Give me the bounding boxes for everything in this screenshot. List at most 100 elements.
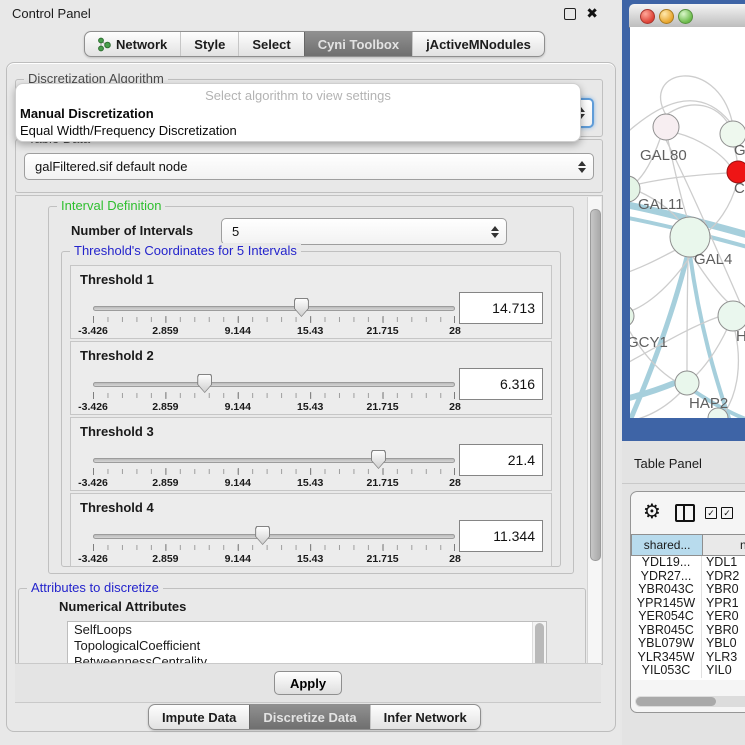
node-label: C: [734, 180, 745, 197]
column-header-na[interactable]: na: [703, 534, 745, 556]
table-data-combobox[interactable]: galFiltered.sif default node: [24, 153, 594, 180]
table-cell: YPR1: [702, 597, 745, 611]
list-scrollbar[interactable]: [532, 622, 546, 665]
tick-label: 2.859: [152, 477, 178, 489]
network-node[interactable]: [630, 305, 634, 327]
table-row[interactable]: YBL079WYBL0: [631, 637, 745, 651]
threshold-2-slider[interactable]: -3.4262.8599.14415.4321.71528: [93, 376, 455, 412]
table-row[interactable]: YBR045CYBR0: [631, 624, 745, 638]
tick-label: 21.715: [367, 325, 399, 337]
network-edge[interactable]: [687, 257, 688, 371]
tab-infer-network[interactable]: Infer Network: [370, 705, 480, 729]
table-cell: YBL079W: [631, 637, 702, 651]
table-cell: YER0: [702, 610, 745, 624]
table-cell: YDR2: [702, 570, 745, 584]
tick-label: 21.715: [367, 401, 399, 413]
table-row[interactable]: YPR145WYPR1: [631, 597, 745, 611]
threshold-4-value-input[interactable]: [459, 520, 543, 552]
table-row[interactable]: YDL19...YDL1: [631, 556, 745, 570]
table-panel: Table Panel ⚙ ✓ ✓ shared...na YDL19...YD…: [622, 441, 745, 745]
table-row[interactable]: YBR043CYBR0: [631, 583, 745, 597]
threshold-label: Threshold 1: [80, 272, 154, 287]
tick-label: -3.426: [78, 477, 108, 489]
num-intervals-combobox[interactable]: 5: [221, 218, 507, 245]
network-edge[interactable]: [630, 382, 677, 401]
network-node[interactable]: [653, 114, 679, 140]
network-window-titlebar[interactable]: [629, 4, 745, 28]
tab-select[interactable]: Select: [238, 32, 303, 56]
table-row[interactable]: YIL053CYIL0: [631, 664, 745, 678]
slider-thumb[interactable]: [371, 450, 386, 469]
threshold-1-value-input[interactable]: [459, 292, 543, 324]
attribute-item-topologicalcoefficient[interactable]: TopologicalCoefficient: [68, 638, 546, 654]
table-cell: YDR27...: [631, 570, 702, 584]
attributes-list: SelfLoopsTopologicalCoefficientBetweenne…: [67, 621, 547, 665]
node-label: GAL4: [694, 251, 732, 268]
tab-label: Impute Data: [162, 710, 236, 725]
network-icon: [98, 37, 111, 52]
numerical-attributes-label: Numerical Attributes: [59, 599, 186, 614]
tab-network[interactable]: Network: [85, 32, 180, 56]
network-node[interactable]: [718, 301, 745, 331]
network-node[interactable]: [675, 371, 699, 395]
threshold-3-value-input[interactable]: [459, 444, 543, 476]
slider-thumb[interactable]: [255, 526, 270, 545]
tab-style[interactable]: Style: [180, 32, 238, 56]
threshold-4-slider[interactable]: -3.4262.8599.14415.4321.71528: [93, 528, 455, 564]
slider-thumb[interactable]: [197, 374, 212, 393]
tick-label: 28: [449, 553, 461, 565]
tick-label: 2.859: [152, 401, 178, 413]
table-row[interactable]: YER054CYER0: [631, 610, 745, 624]
tick-label: 9.144: [225, 477, 251, 489]
vertical-scrollbar-thumb[interactable]: [590, 209, 601, 561]
gear-icon[interactable]: ⚙: [643, 499, 661, 524]
node-label: GAL11: [638, 196, 684, 213]
select-all-checkbox-icon[interactable]: ✓: [705, 507, 717, 519]
tick-label: 28: [449, 325, 461, 337]
slider-thumb[interactable]: [294, 298, 309, 317]
window-minimize-button[interactable]: [659, 9, 674, 24]
tab-cyni-toolbox[interactable]: Cyni Toolbox: [304, 32, 412, 56]
table-row[interactable]: YLR345WYLR3: [631, 651, 745, 665]
column-header-shared[interactable]: shared...: [631, 534, 703, 556]
screen: Control Panel ✖ NetworkStyleSelectCyni T…: [0, 0, 745, 745]
tick-label: 2.859: [152, 325, 178, 337]
group-label: Threshold's Coordinates for 5 Intervals: [70, 243, 301, 258]
split-view-icon[interactable]: [675, 504, 695, 522]
attribute-item-selfloops[interactable]: SelfLoops: [68, 622, 546, 638]
table-cell: YDL19...: [631, 556, 702, 570]
tab-discretize-data[interactable]: Discretize Data: [249, 705, 369, 729]
table-row[interactable]: YDR27...YDR2: [631, 570, 745, 584]
threshold-2-value-input[interactable]: [459, 368, 543, 400]
threshold-2-panel: Threshold 2-3.4262.8599.14415.4321.71528: [70, 341, 552, 415]
tab-impute-data[interactable]: Impute Data: [149, 705, 249, 729]
combo-arrows-icon: [578, 161, 586, 173]
control-panel-tabs: NetworkStyleSelectCyni ToolboxjActiveMNo…: [84, 31, 545, 57]
tick-label: 15.43: [297, 401, 323, 413]
table-cell: YBR045C: [631, 624, 702, 638]
network-edge[interactable]: [630, 247, 682, 275]
tick-label: 21.715: [367, 553, 399, 565]
table-cell: YIL0: [702, 664, 745, 678]
tick-label: 15.43: [297, 477, 323, 489]
threshold-3-slider[interactable]: -3.4262.8599.14415.4321.71528: [93, 452, 455, 488]
float-panel-icon[interactable]: [564, 8, 576, 20]
horizontal-scrollbar-thumb[interactable]: [636, 697, 716, 706]
network-canvas[interactable]: GAL80GCGAL11GAL4GCY1HHAP2: [630, 27, 745, 418]
list-scrollbar-thumb[interactable]: [535, 623, 544, 665]
dropdown-option-manual-discretization[interactable]: Manual Discretization: [20, 105, 576, 122]
tab-jactivemnodules[interactable]: jActiveMNodules: [412, 32, 544, 56]
dropdown-option-equal-width-frequency-discretization[interactable]: Equal Width/Frequency Discretization: [20, 122, 576, 139]
control-panel-titlebar: Control Panel ✖: [0, 0, 620, 26]
deselect-checkbox-icon[interactable]: ✓: [721, 507, 733, 519]
vertical-scrollbar[interactable]: [587, 197, 601, 663]
table-cell: YIL053C: [631, 664, 702, 678]
window-zoom-button[interactable]: [678, 9, 693, 24]
tick-label: 9.144: [225, 553, 251, 565]
horizontal-scrollbar[interactable]: [635, 696, 745, 707]
window-close-button[interactable]: [640, 9, 655, 24]
apply-button[interactable]: Apply: [274, 671, 342, 695]
threshold-1-slider[interactable]: -3.4262.8599.14415.4321.71528: [93, 300, 455, 336]
network-window: GAL80GCGAL11GAL4GCY1HHAP2: [622, 0, 745, 441]
close-panel-icon[interactable]: ✖: [586, 5, 598, 22]
